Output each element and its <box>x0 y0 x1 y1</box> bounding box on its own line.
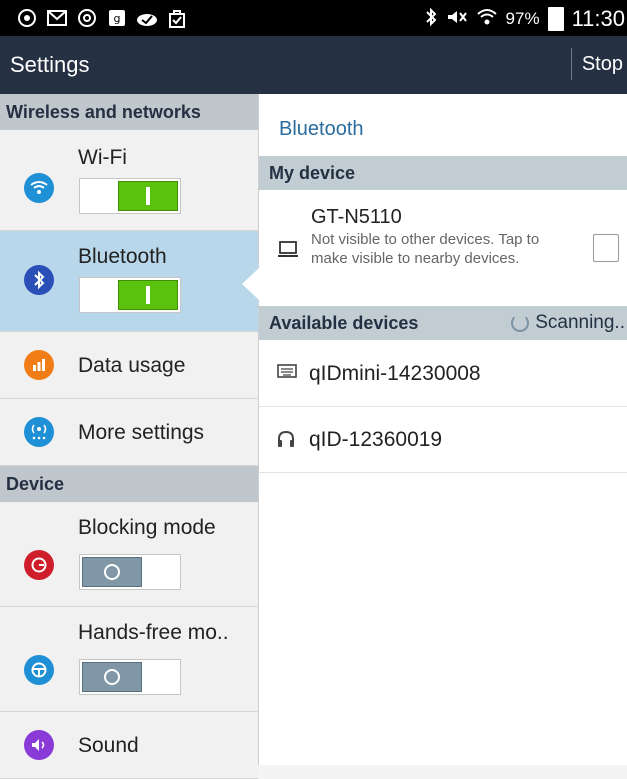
sidebar-item-bluetooth[interactable]: Bluetooth <box>0 231 258 332</box>
sidebar-item-label: Blocking mode <box>78 516 216 539</box>
page-title: Settings <box>10 52 90 77</box>
my-device-visibility-text[interactable]: Not visible to other devices. Tap to mak… <box>311 230 576 268</box>
hands-free-icon <box>24 655 54 685</box>
available-devices-header-label: Available devices <box>269 313 419 333</box>
wifi-signal-icon <box>476 8 498 31</box>
sidebar-item-hands-free[interactable]: Hands-free mo.. <box>0 607 258 712</box>
my-device-header-label: My device <box>269 163 356 183</box>
shopping-bag-icon <box>166 7 188 29</box>
status-bar: g 97% 11:30 <box>0 0 627 36</box>
battery-icon <box>547 7 564 31</box>
sidebar-item-label: Bluetooth <box>78 245 167 268</box>
my-device-header: My device <box>259 156 627 190</box>
section-header-device: Device <box>0 466 258 502</box>
keyboard-icon <box>277 364 297 383</box>
action-bar: Settings Stop <box>0 36 627 94</box>
notification-icons: g <box>16 7 188 29</box>
bluetooth-status-icon <box>424 7 438 32</box>
bluetooth-toggle[interactable] <box>79 277 181 313</box>
camera-icon <box>16 7 38 29</box>
visibility-checkbox[interactable] <box>593 234 619 262</box>
mute-icon <box>446 8 468 31</box>
toggle-knob <box>118 181 178 211</box>
wifi-icon <box>24 173 54 203</box>
sidebar-item-wifi[interactable]: Wi-Fi <box>0 130 258 231</box>
section-header-wireless: Wireless and networks <box>0 94 258 130</box>
available-devices-header: Available devices Scanning.. <box>259 306 627 340</box>
data-usage-icon <box>24 350 54 380</box>
headphones-icon <box>277 430 295 453</box>
hands-free-toggle[interactable] <box>79 659 181 695</box>
cloud-check-icon <box>136 7 158 29</box>
toggle-knob <box>82 557 142 587</box>
blank-area <box>265 660 390 765</box>
laptop-icon <box>277 240 299 263</box>
sound-icon <box>24 730 54 760</box>
sidebar-item-blocking-mode[interactable]: Blocking mode <box>0 502 258 607</box>
bluetooth-icon <box>24 265 54 295</box>
battery-percent: 97% <box>505 9 540 28</box>
device-row-qid[interactable]: qID-12360019 <box>259 408 627 473</box>
sidebar-item-label: Sound <box>78 734 139 757</box>
settings-sidebar: Wireless and networks Wi-Fi Bluetooth Da… <box>0 94 259 779</box>
toggle-knob <box>118 280 178 310</box>
device-name: qID-12360019 <box>309 428 443 451</box>
stop-label: Stop <box>581 52 623 75</box>
svg-text:g: g <box>114 12 121 25</box>
toggle-knob <box>82 662 142 692</box>
panel-title: Bluetooth <box>279 118 364 140</box>
device-row-qidmini[interactable]: qIDmini-14230008 <box>259 342 627 407</box>
selection-pointer <box>242 268 259 300</box>
sidebar-item-label: Hands-free mo.. <box>78 621 229 644</box>
sidebar-item-label: Wi-Fi <box>78 146 127 169</box>
clock: 11:30 <box>571 6 625 31</box>
wifi-toggle[interactable] <box>79 178 181 214</box>
system-indicators: 97% 11:30 <box>424 6 627 32</box>
sidebar-item-data-usage[interactable]: Data usage <box>0 332 258 399</box>
sidebar-item-label: More settings <box>78 421 205 444</box>
gmail-icon <box>46 7 68 29</box>
sidebar-item-label: Data usage <box>78 354 186 377</box>
device-name: qIDmini-14230008 <box>309 362 481 385</box>
google-plus-icon: g <box>106 7 128 29</box>
blocking-mode-icon <box>24 550 54 580</box>
more-settings-icon <box>24 417 54 447</box>
blocking-mode-toggle[interactable] <box>79 554 181 590</box>
scanning-indicator: Scanning.. <box>511 306 625 340</box>
spinner-icon <box>511 314 530 332</box>
stop-button[interactable]: Stop <box>570 48 627 80</box>
sidebar-item-sound[interactable]: Sound <box>0 712 258 779</box>
my-device-name: GT-N5110 <box>311 206 402 228</box>
sidebar-item-more-settings[interactable]: More settings <box>0 399 258 466</box>
chrome-icon <box>76 7 98 29</box>
scanning-label: Scanning.. <box>535 312 625 333</box>
